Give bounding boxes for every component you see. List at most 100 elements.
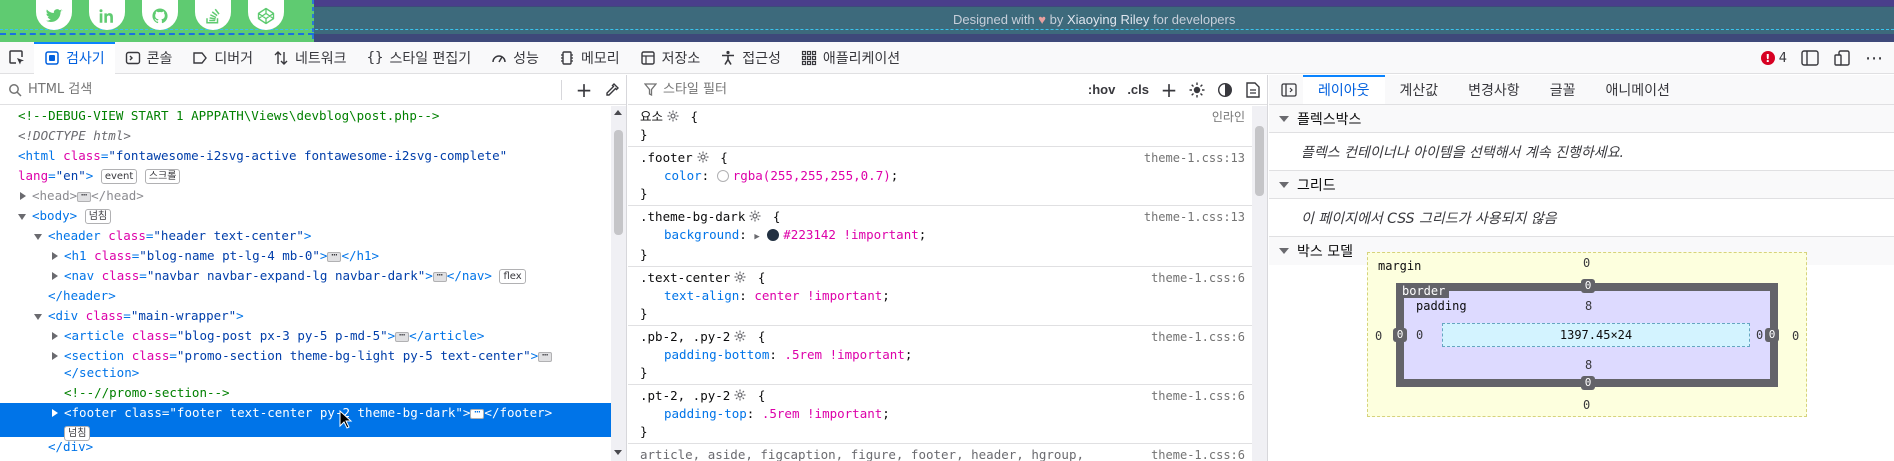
collapsed-ellipsis[interactable]: ⋯: [538, 350, 553, 362]
css-rule[interactable]: article, aside, figcaption, figure, foot…: [628, 444, 1253, 461]
tree-row[interactable]: lang="en"> event 스크롤: [0, 166, 612, 186]
rule-source[interactable]: theme-1.css:6: [1151, 269, 1245, 287]
tab-application[interactable]: 애플리케이션: [791, 42, 910, 74]
css-value[interactable]: center !important: [754, 288, 882, 303]
css-rule[interactable]: .pt-2, .py-2 { theme-1.css:6 padding-top…: [628, 385, 1253, 444]
css-declaration[interactable]: color: rgba(255,255,255,0.7);: [640, 167, 1247, 185]
tab-debugger[interactable]: 디버거: [182, 42, 263, 74]
tree-row[interactable]: <header class="header text-center">: [0, 226, 612, 246]
color-swatch[interactable]: [716, 170, 729, 182]
rule-source[interactable]: theme-1.css:6: [1151, 446, 1245, 461]
tree-row[interactable]: <h1 class="blog-name pt-lg-4 mb-0"> ⋯ </h1…: [0, 246, 612, 266]
twitter-icon[interactable]: [36, 0, 72, 30]
rule-source[interactable]: theme-1.css:13: [1144, 149, 1245, 167]
expand-toggle[interactable]: [52, 252, 58, 260]
tab-memory[interactable]: 메모리: [549, 42, 630, 74]
sidebar-tab-animations[interactable]: 애니메이션: [1590, 75, 1684, 104]
sidebar-tab-computed[interactable]: 계산값: [1385, 75, 1454, 104]
css-value[interactable]: .5rem !important: [762, 406, 882, 421]
sidebar-tab-fonts[interactable]: 글꼴: [1535, 75, 1591, 104]
box-model-margin[interactable]: margin 0 0 0 0 border 0 0 0 0 padding 8 …: [1367, 252, 1807, 417]
tree-row[interactable]: </header>: [0, 286, 612, 306]
css-property[interactable]: text-align: [664, 288, 739, 303]
collapsed-ellipsis[interactable]: ⋯: [77, 190, 92, 202]
stack-overflow-icon[interactable]: [195, 0, 231, 30]
css-rule[interactable]: .theme-bg-dark { theme-1.css:13 backgrou…: [628, 206, 1253, 267]
tab-network[interactable]: 네트워크: [263, 42, 357, 74]
print-media-icon[interactable]: [1239, 81, 1267, 98]
margin-bottom-value[interactable]: 0: [1583, 398, 1590, 412]
border-left-value[interactable]: 0: [1393, 328, 1407, 342]
flex-badge[interactable]: flex: [499, 269, 526, 284]
grid-section-header[interactable]: 그리드: [1269, 171, 1894, 199]
tab-inspector[interactable]: 검사기: [34, 42, 115, 74]
tree-row[interactable]: <!--//promo-section-->: [0, 383, 612, 403]
tree-row-selected[interactable]: <footer class="footer text-center py-2 t…: [0, 403, 612, 441]
padding-top-value[interactable]: 8: [1585, 299, 1592, 313]
expand-toggle[interactable]: [52, 352, 58, 360]
collapsed-ellipsis[interactable]: ⋯: [432, 270, 447, 282]
css-declaration[interactable]: text-align: center !important;: [640, 287, 1247, 305]
tree-row[interactable]: <!--DEBUG-VIEW START 1 APPPATH\Views\dev…: [0, 106, 612, 126]
border-right-value[interactable]: 0: [1765, 328, 1779, 342]
expand-toggle[interactable]: [20, 192, 26, 200]
padding-right-value[interactable]: 0: [1756, 328, 1763, 342]
scrollbar-thumb[interactable]: [1255, 126, 1264, 196]
sidebar-tab-layout[interactable]: 레이아웃: [1303, 75, 1385, 104]
tree-row[interactable]: </section>: [0, 366, 612, 383]
tree-row[interactable]: <head> ⋯ </head>: [0, 186, 612, 206]
tree-row[interactable]: <section class="promo-section theme-bg-l…: [0, 346, 612, 366]
collapsed-ellipsis[interactable]: ⋯: [327, 250, 342, 262]
expand-shorthand-icon[interactable]: ▶: [754, 232, 759, 242]
flexbox-section-header[interactable]: 플렉스박스: [1269, 105, 1894, 133]
tree-row[interactable]: <body> 넘침: [0, 206, 612, 226]
error-count-button[interactable]: ! 4: [1760, 51, 1787, 66]
event-badge[interactable]: event: [100, 169, 138, 184]
collapsed-ellipsis[interactable]: ⋯: [470, 407, 485, 419]
gear-icon[interactable]: [749, 210, 761, 222]
tree-row[interactable]: <article class="blog-post px-3 py-5 p-md…: [0, 326, 612, 346]
rule-source[interactable]: theme-1.css:13: [1144, 208, 1245, 226]
css-rule[interactable]: 요소 { 인라인 }: [628, 106, 1253, 147]
tree-row[interactable]: <nav class="navbar navbar-expand-lg navb…: [0, 266, 612, 286]
scroll-badge[interactable]: 스크롤: [144, 169, 181, 184]
more-options-icon[interactable]: ⋯: [1865, 48, 1883, 69]
tab-console[interactable]: 콘솔: [115, 42, 183, 74]
collapse-toggle[interactable]: [34, 314, 42, 320]
css-declaration[interactable]: background: ▶ #223142 !important;: [640, 226, 1247, 246]
dark-scheme-icon[interactable]: [1211, 82, 1239, 98]
codepen-icon[interactable]: [248, 0, 284, 30]
collapse-toggle[interactable]: [18, 214, 26, 220]
rule-source[interactable]: 인라인: [1212, 108, 1245, 126]
tree-row[interactable]: </div>: [0, 437, 612, 457]
markup-scrollbar[interactable]: [611, 106, 626, 461]
tree-row[interactable]: <html class="fontawesome-i2svg-active fo…: [0, 146, 612, 166]
gear-icon[interactable]: [734, 271, 746, 283]
tab-storage[interactable]: 저장소: [630, 42, 711, 74]
css-rule[interactable]: .pb-2, .py-2 { theme-1.css:6 padding-bot…: [628, 326, 1253, 385]
border-top-value[interactable]: 0: [1581, 279, 1595, 293]
style-filter-input[interactable]: [657, 82, 1082, 97]
tab-style-editor[interactable]: {} 스타일 편집기: [357, 42, 482, 74]
css-rule[interactable]: .text-center { theme-1.css:6 text-align:…: [628, 267, 1253, 326]
margin-right-value[interactable]: 0: [1792, 329, 1799, 343]
css-property[interactable]: color: [664, 168, 702, 183]
css-property[interactable]: background: [664, 227, 739, 242]
split-console-icon[interactable]: [1801, 50, 1819, 66]
gear-icon[interactable]: [734, 330, 746, 342]
css-property[interactable]: padding-bottom: [664, 347, 769, 362]
css-declaration[interactable]: padding-bottom: .5rem !important;: [640, 346, 1247, 364]
add-rule-button[interactable]: +: [1155, 78, 1183, 102]
tab-accessibility[interactable]: 접근성: [710, 42, 791, 74]
element-picker-button[interactable]: [0, 42, 34, 73]
gear-icon[interactable]: [734, 389, 746, 401]
gear-icon[interactable]: [697, 151, 709, 163]
margin-top-value[interactable]: 0: [1583, 256, 1590, 270]
box-model-content-size[interactable]: 1397.45×24: [1442, 323, 1750, 347]
color-swatch[interactable]: [767, 229, 780, 241]
css-value[interactable]: .5rem !important: [784, 347, 904, 362]
rule-source[interactable]: theme-1.css:6: [1151, 328, 1245, 346]
gear-icon[interactable]: [667, 110, 679, 122]
css-value[interactable]: #223142 !important: [783, 227, 918, 242]
sidebar-tab-changes[interactable]: 변경사항: [1453, 75, 1535, 104]
